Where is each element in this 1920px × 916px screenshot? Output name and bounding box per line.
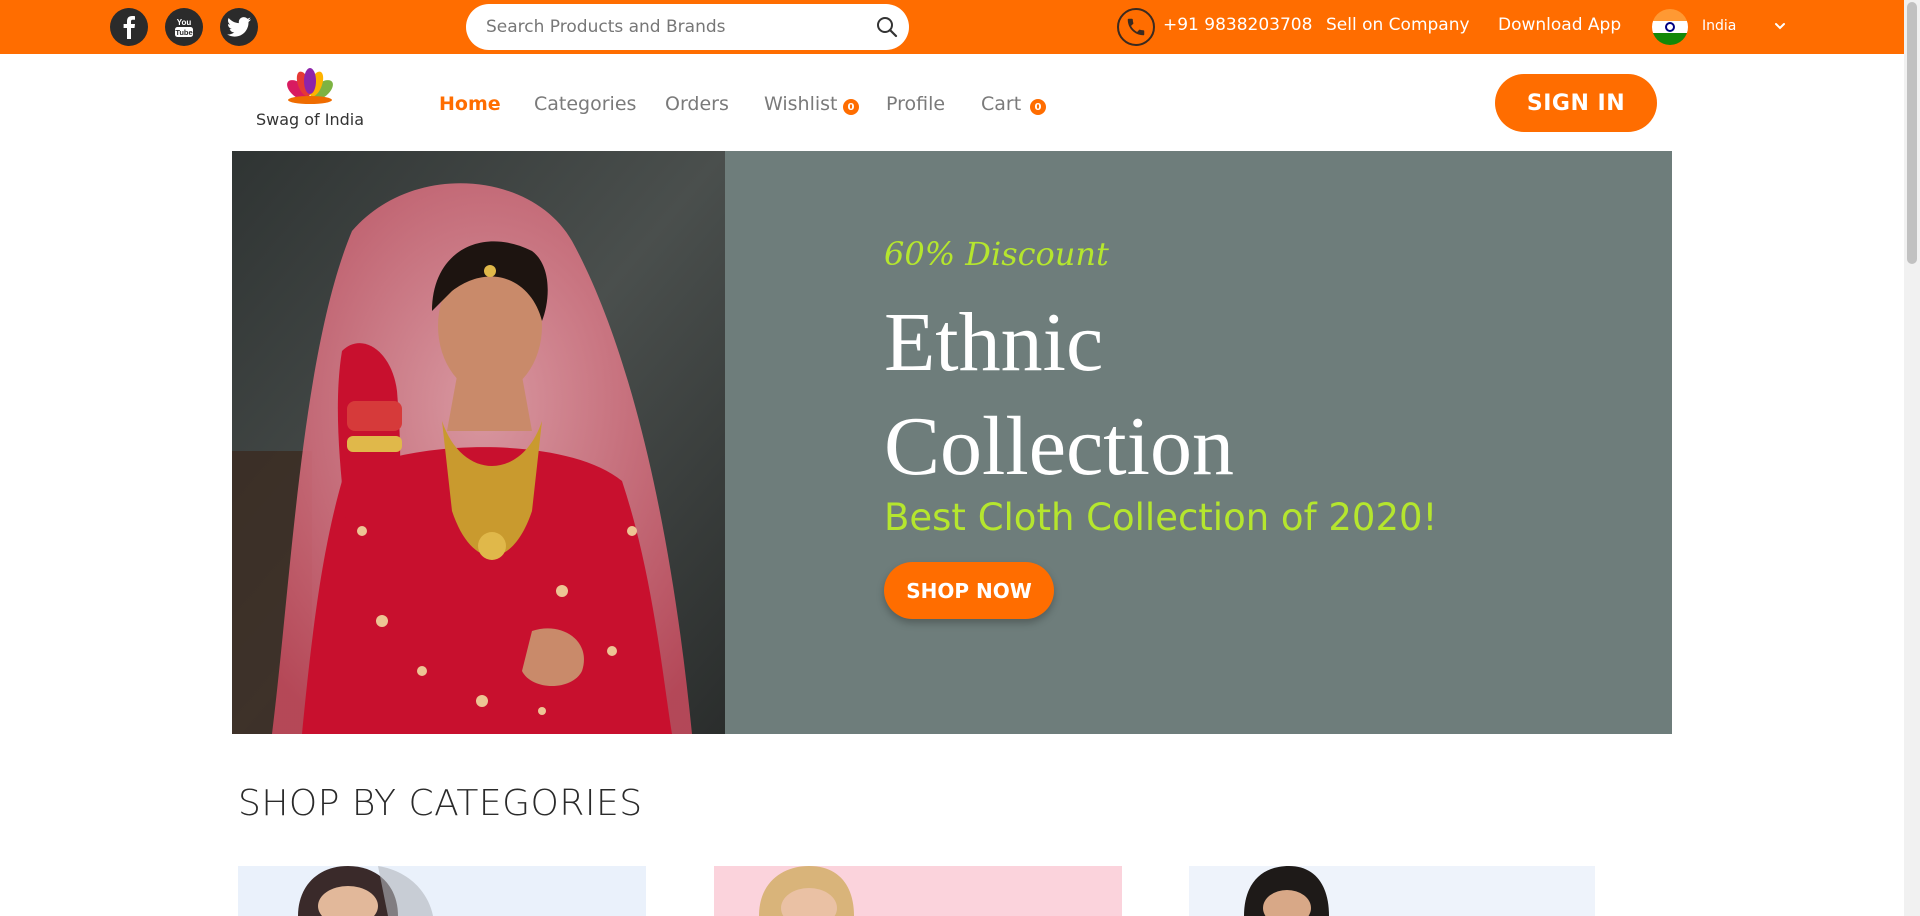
youtube-icon[interactable]: You Tube xyxy=(165,8,203,46)
nav-profile[interactable]: Profile xyxy=(886,93,945,115)
search-bar xyxy=(466,4,909,50)
download-app-link[interactable]: Download App xyxy=(1498,15,1621,35)
nav-cart[interactable]: Cart xyxy=(981,93,1021,115)
top-bar: You Tube +91 9838203708 Sell on Company … xyxy=(0,0,1904,54)
nav-orders[interactable]: Orders xyxy=(665,93,729,115)
nav-wishlist[interactable]: Wishlist xyxy=(764,93,838,115)
facebook-icon[interactable] xyxy=(110,8,148,46)
hero-image xyxy=(232,151,725,734)
chevron-down-icon xyxy=(1770,16,1790,40)
country-label: India xyxy=(1702,18,1737,34)
category-card[interactable] xyxy=(238,866,646,916)
shop-now-button[interactable]: SHOP NOW xyxy=(884,562,1054,619)
hero-discount: 60% Discount xyxy=(884,235,1109,273)
sign-in-button[interactable]: SIGN IN xyxy=(1495,74,1657,132)
category-image xyxy=(298,866,433,916)
wishlist-badge: 0 xyxy=(843,99,859,115)
phone-icon xyxy=(1117,8,1155,46)
svg-text:You: You xyxy=(177,18,192,27)
cart-badge: 0 xyxy=(1030,99,1046,115)
nav-categories[interactable]: Categories xyxy=(534,93,636,115)
category-image xyxy=(759,866,854,916)
hero-title-line1: Ethnic xyxy=(884,296,1104,389)
hero-title-line2: Collection xyxy=(884,400,1234,493)
sell-link[interactable]: Sell on Company xyxy=(1326,15,1470,35)
country-select[interactable]: India xyxy=(1694,10,1790,44)
twitter-icon[interactable] xyxy=(220,8,258,46)
category-card[interactable] xyxy=(1189,866,1595,916)
phone-number[interactable]: +91 9838203708 xyxy=(1163,15,1312,35)
lotus-icon xyxy=(287,68,333,104)
svg-text:Tube: Tube xyxy=(175,28,192,37)
scrollbar-thumb[interactable] xyxy=(1907,2,1917,264)
hero-banner: 60% Discount Ethnic Collection Best Clot… xyxy=(232,151,1672,734)
category-image xyxy=(1244,866,1329,916)
scrollbar[interactable] xyxy=(1904,0,1920,916)
logo-text: Swag of India xyxy=(255,110,365,129)
hero-subtitle: Best Cloth Collection of 2020! xyxy=(884,496,1438,539)
search-input[interactable] xyxy=(486,4,866,50)
hero-title: Ethnic Collection xyxy=(884,291,1484,499)
nav-home[interactable]: Home xyxy=(439,93,501,115)
india-flag-icon xyxy=(1652,9,1688,45)
logo[interactable]: Swag of India xyxy=(250,68,370,136)
search-icon[interactable] xyxy=(875,15,899,39)
categories-heading: SHOP BY CATEGORIES xyxy=(238,783,643,824)
category-card[interactable] xyxy=(714,866,1122,916)
